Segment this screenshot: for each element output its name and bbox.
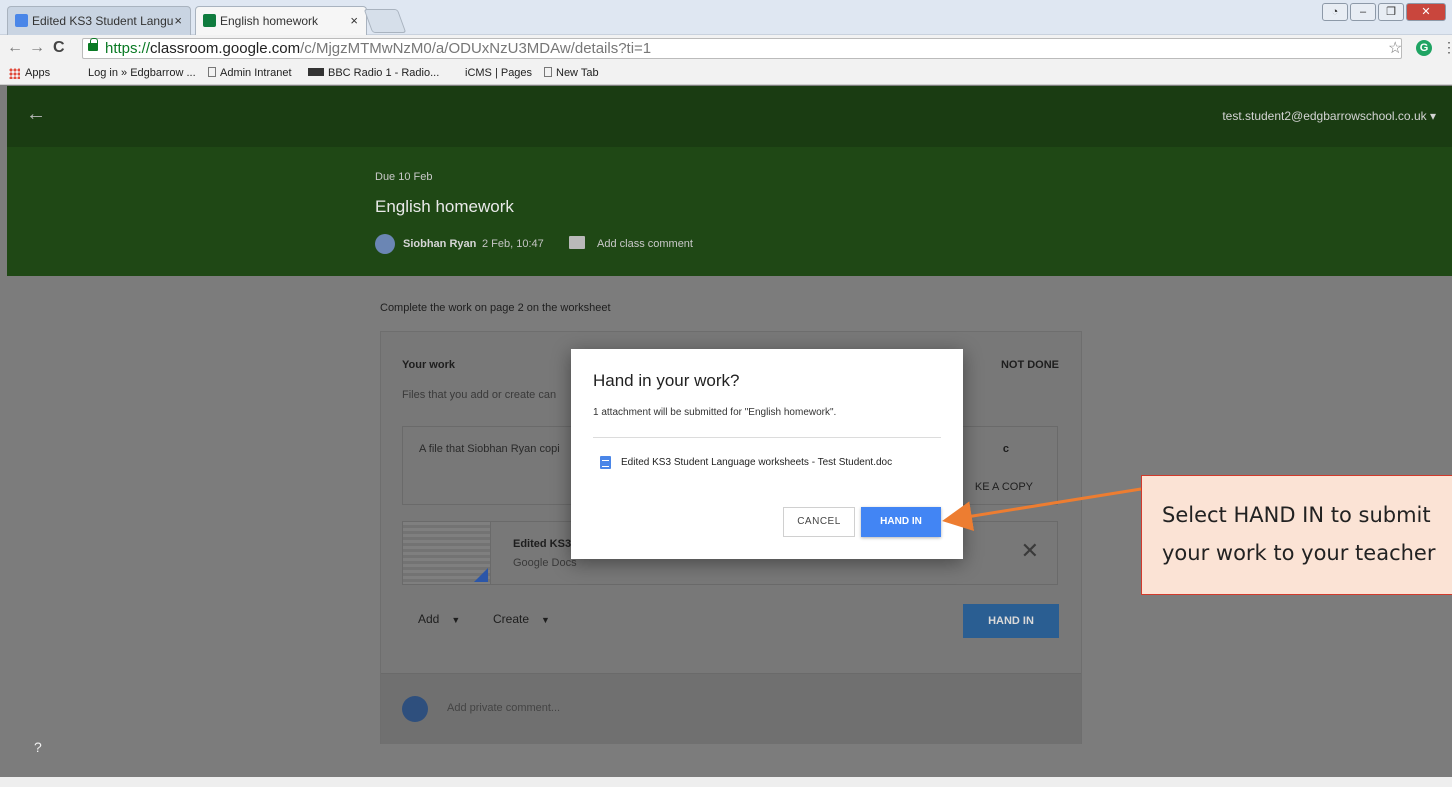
document-thumbnail (403, 522, 491, 584)
comment-icon[interactable] (569, 236, 585, 249)
dialog-subtitle: 1 attachment will be submitted for "Engl… (593, 407, 837, 418)
browser-tab-strip: Edited KS3 Student Langu × English homew… (0, 0, 1452, 35)
attachment-name: Edited KS3 (513, 538, 572, 550)
tab-label: English homework (220, 14, 319, 28)
add-label: Add (418, 612, 440, 626)
bookmark-edgbarrow-login[interactable]: Log in » Edgbarrow ... (88, 62, 196, 84)
make-a-copy-button[interactable]: KE A COPY (975, 481, 1033, 493)
avatar (375, 234, 395, 254)
files-note: Files that you add or create can (402, 389, 557, 401)
create-button[interactable]: Create ▼ (493, 612, 550, 626)
apps-grid-icon (9, 68, 20, 79)
url-host: classroom.google.com (150, 40, 301, 57)
attachment-type: Google Docs (513, 557, 577, 569)
chevron-down-icon: ▼ (541, 615, 550, 625)
url-path: /c/MjgzMTMwNzM0/a/ODUxNzU3MDAw/details?t… (300, 40, 652, 57)
google-docs-icon (600, 456, 611, 469)
bookmark-label: BBC Radio 1 - Radio... (328, 67, 440, 79)
chevron-down-icon: ▾ (1429, 109, 1436, 123)
bookmark-label: New Tab (556, 67, 599, 79)
window-bottom-edge (0, 777, 1452, 787)
dialog-hand-in-button[interactable]: HAND IN (861, 507, 941, 537)
bookmark-admin-intranet[interactable]: Admin Intranet (208, 62, 292, 84)
close-window-icon[interactable]: ✕ (1406, 3, 1446, 21)
add-class-comment-link[interactable]: Add class comment (597, 238, 693, 250)
private-comment-input[interactable]: Add private comment... (447, 702, 560, 714)
assignment-header: Due 10 Feb English homework Siobhan Ryan… (7, 147, 1452, 276)
dialog-title: Hand in your work? (593, 371, 740, 390)
google-docs-icon (15, 14, 28, 27)
google-docs-icon (474, 568, 488, 582)
copy-notice-text: A file that Siobhan Ryan copi (419, 443, 560, 455)
posted-time: 2 Feb, 10:47 (482, 238, 544, 250)
avatar (402, 696, 428, 722)
bookmark-star-icon[interactable]: ☆ (1388, 38, 1402, 58)
instruction-callout: Select HAND IN to submit your work to yo… (1141, 475, 1452, 595)
add-button[interactable]: Add ▼ (418, 612, 460, 626)
page-icon (544, 67, 552, 77)
forward-arrow-icon[interactable]: → (29, 39, 45, 57)
back-arrow-icon[interactable]: ← (26, 103, 46, 126)
new-tab-button[interactable] (363, 9, 407, 33)
cancel-button[interactable]: CANCEL (783, 507, 855, 537)
help-button[interactable]: ? (34, 739, 42, 755)
restore-icon[interactable]: ❐ (1378, 3, 1404, 21)
classroom-topbar: ← test.student2@edgbarrowschool.co.uk ▾ (7, 86, 1452, 147)
tab-label: Edited KS3 Student Langu (32, 14, 174, 28)
dialog-file-name[interactable]: Edited KS3 Student Language worksheets -… (621, 457, 892, 468)
private-comment-row: Add private comment... (381, 673, 1081, 744)
assignment-instructions: Complete the work on page 2 on the works… (380, 302, 611, 314)
grammarly-extension-icon[interactable]: G (1416, 40, 1432, 56)
minimize-icon[interactable]: – (1350, 3, 1376, 21)
author-name: Siobhan Ryan (403, 238, 477, 250)
bookmark-apps[interactable]: Apps (25, 62, 50, 84)
window-controls: ◔ – ❐ ✕ (1322, 3, 1446, 21)
create-label: Create (493, 612, 530, 626)
browser-menu-icon[interactable]: ⋮ (1442, 39, 1452, 56)
lock-icon (88, 38, 98, 51)
remove-attachment-icon[interactable]: ✕ (1021, 538, 1039, 564)
due-date: Due 10 Feb (375, 171, 433, 183)
bookmark-icms-pages[interactable]: iCMS | Pages (465, 62, 532, 84)
page-icon (208, 67, 216, 77)
divider (593, 437, 941, 438)
bbc-icon (308, 68, 324, 76)
back-arrow-icon[interactable]: ← (7, 39, 23, 57)
bookmark-new-tab[interactable]: New Tab (544, 62, 599, 84)
bookmark-label: Admin Intranet (220, 67, 292, 79)
address-bar: ← → C https://classroom.google.com/c/Mjg… (0, 35, 1452, 62)
copy-notice-filename-fragment: c (1002, 443, 1009, 455)
reload-icon[interactable]: C (53, 39, 65, 57)
url-scheme: https:// (105, 40, 151, 57)
status-badge: NOT DONE (1000, 359, 1059, 371)
browser-tab-classroom[interactable]: English homework × (195, 6, 367, 35)
callout-text: Select HAND IN to submit your work to yo… (1162, 503, 1436, 565)
google-classroom-icon (203, 14, 216, 27)
bookmarks-bar: Apps Log in » Edgbarrow ... Admin Intran… (0, 62, 1452, 85)
chevron-down-icon: ▼ (451, 615, 461, 625)
browser-tab-docs[interactable]: Edited KS3 Student Langu × (7, 6, 191, 35)
hand-in-dialog: Hand in your work? 1 attachment will be … (571, 349, 963, 559)
account-switcher[interactable]: test.student2@edgbarrowschool.co.uk ▾ (1222, 109, 1436, 123)
bookmark-bbc-radio1[interactable]: BBC Radio 1 - Radio... (308, 62, 439, 84)
assignment-title: English homework (375, 197, 514, 216)
your-work-heading: Your work (402, 359, 455, 371)
account-email: test.student2@edgbarrowschool.co.uk (1222, 109, 1427, 123)
url-field[interactable]: https://classroom.google.com/c/MjgzMTMwN… (82, 38, 1402, 59)
profile-icon[interactable]: ◔ (1322, 3, 1348, 21)
hand-in-button[interactable]: HAND IN (963, 604, 1059, 638)
close-tab-icon[interactable]: × (174, 7, 182, 35)
close-tab-icon[interactable]: × (350, 7, 358, 35)
